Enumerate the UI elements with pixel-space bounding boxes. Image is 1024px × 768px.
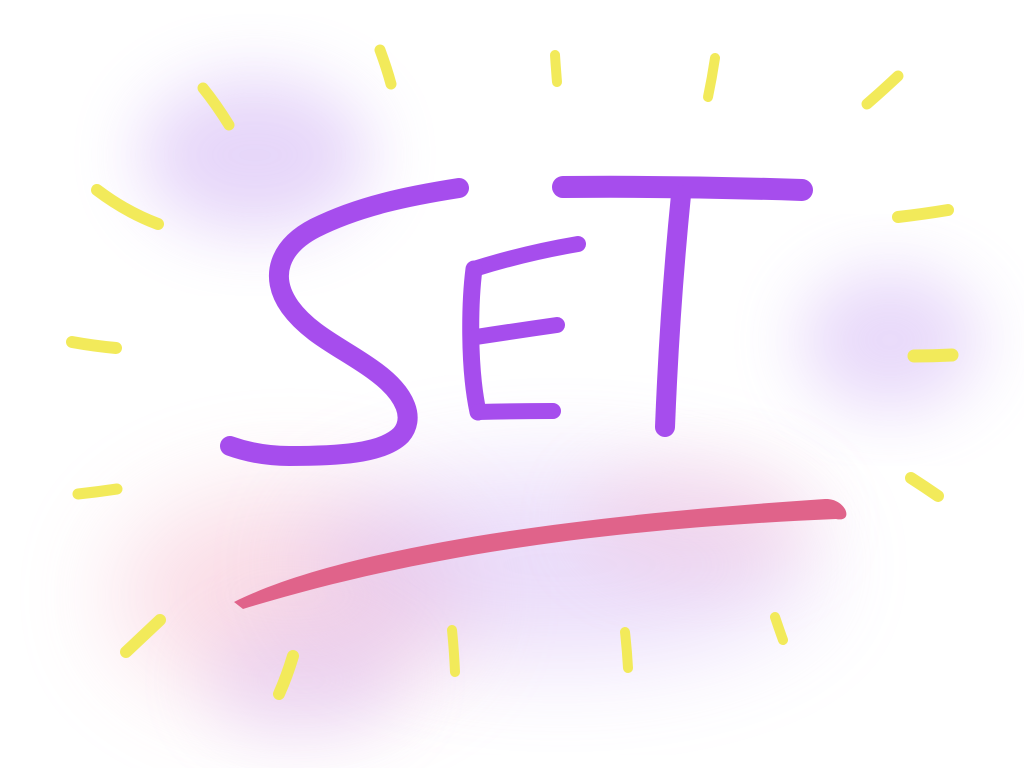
glow-right xyxy=(800,270,980,410)
artwork-canvas: SET xyxy=(0,0,1024,768)
ray-15 xyxy=(770,612,788,645)
ray-13 xyxy=(447,625,460,677)
glow-lower-left xyxy=(205,622,405,738)
ray-11 xyxy=(905,472,944,502)
ray-01 xyxy=(374,44,397,90)
ray-04 xyxy=(861,70,904,110)
ray-06 xyxy=(91,184,164,230)
set-illustration xyxy=(66,44,980,738)
letter-e-middle xyxy=(468,317,565,345)
ray-07 xyxy=(892,204,954,223)
ray-10 xyxy=(72,483,123,500)
letter-e-bottom xyxy=(470,403,561,420)
ray-02 xyxy=(550,50,562,87)
ray-14 xyxy=(620,627,633,673)
word-set xyxy=(220,175,813,466)
ray-03 xyxy=(703,53,720,102)
letter-t-stem xyxy=(655,185,691,437)
letter-e-top xyxy=(466,236,586,277)
ray-08 xyxy=(66,336,122,354)
ray-09 xyxy=(907,348,959,363)
